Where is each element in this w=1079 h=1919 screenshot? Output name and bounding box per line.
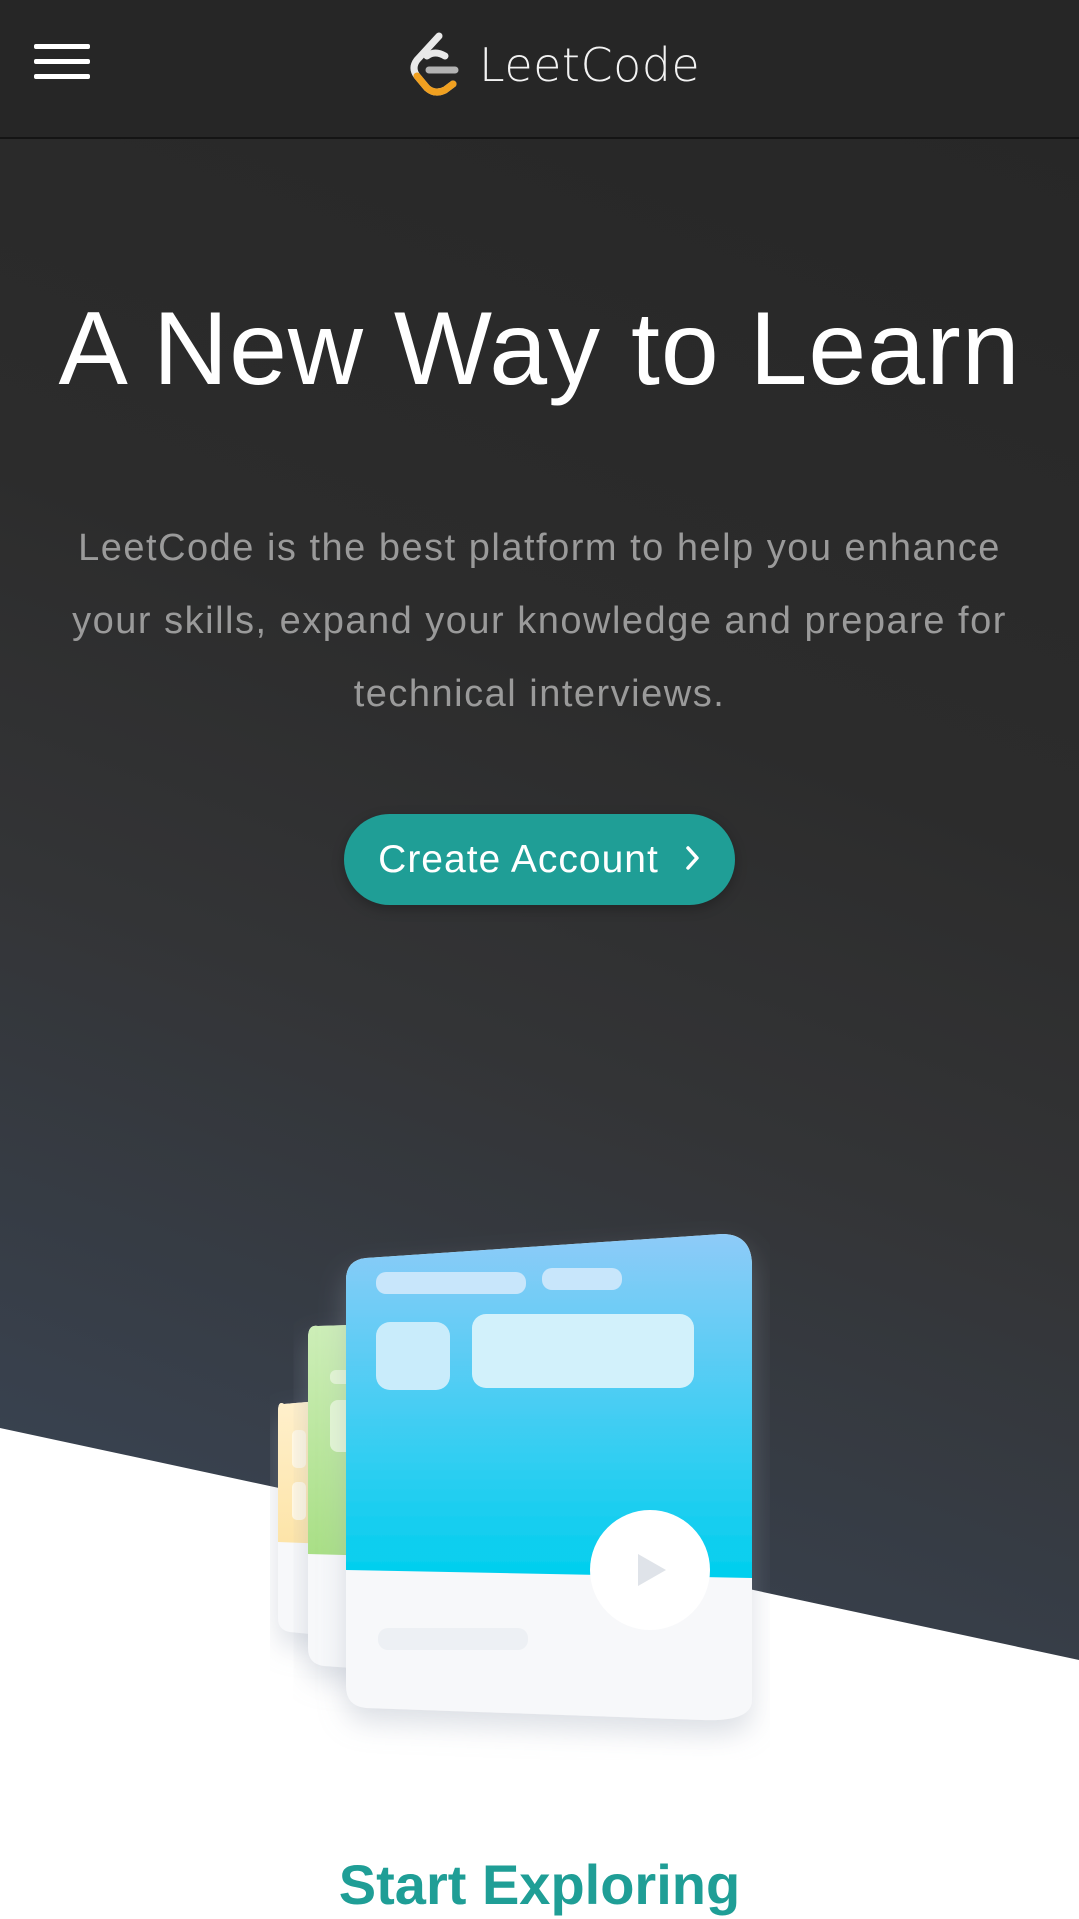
chevron-right-icon bbox=[685, 838, 701, 882]
course-card-front bbox=[346, 1234, 752, 1721]
menu-bar-line bbox=[34, 74, 90, 79]
hamburger-menu-button[interactable] bbox=[26, 36, 98, 88]
menu-bar-line bbox=[34, 44, 90, 49]
page: LeetCode A New Way to Learn LeetCode is … bbox=[0, 0, 1079, 1919]
hero-headline: A New Way to Learn bbox=[58, 291, 1021, 407]
leetcode-logo[interactable]: LeetCode bbox=[405, 30, 700, 100]
menu-bar-line bbox=[34, 59, 90, 64]
create-account-button[interactable]: Create Account bbox=[344, 814, 735, 905]
logo-wordmark: LeetCode bbox=[479, 38, 701, 92]
start-exploring-heading: Start Exploring bbox=[338, 1853, 741, 1916]
leetcode-logo-icon bbox=[410, 32, 459, 96]
create-account-label: Create Account bbox=[378, 837, 659, 881]
course-cards-illustration bbox=[278, 1234, 752, 1721]
hero-description: LeetCode is the best platform to help yo… bbox=[72, 527, 1007, 715]
top-navbar: LeetCode bbox=[0, 0, 1079, 139]
